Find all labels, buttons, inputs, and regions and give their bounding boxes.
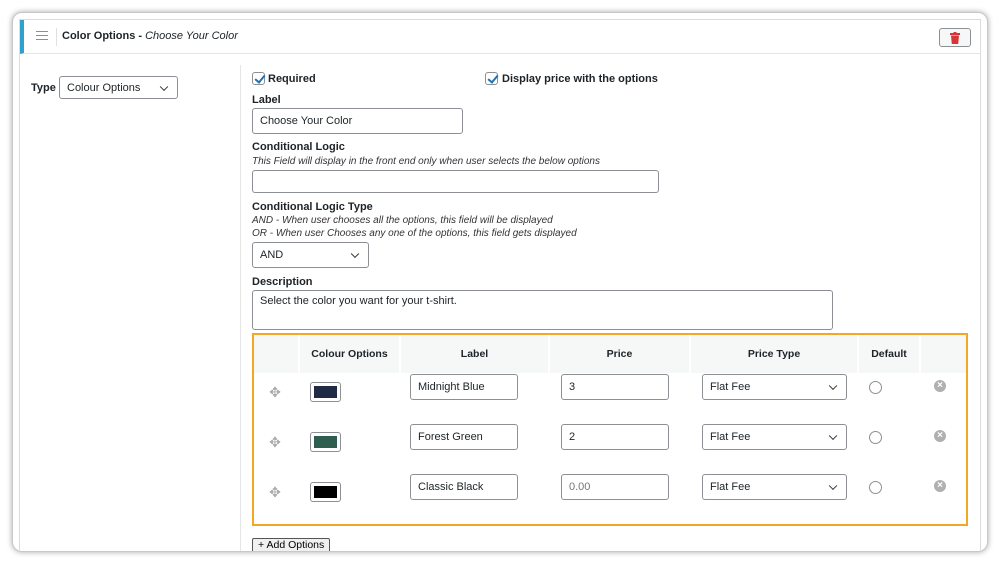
option-price-input[interactable]: 2 — [561, 424, 669, 450]
type-value: Colour Options — [67, 81, 141, 94]
default-radio[interactable] — [869, 481, 882, 494]
option-price-type-value: Flat Fee — [710, 481, 751, 493]
divider — [56, 28, 57, 46]
default-radio[interactable] — [869, 431, 882, 444]
required-checkbox[interactable] — [252, 72, 265, 85]
display-price-label: Display price with the options — [502, 73, 658, 85]
panel-header: Color Options - Choose Your Color — [20, 20, 980, 54]
trash-icon — [950, 31, 960, 44]
title-subtitle: Choose Your Color — [145, 30, 238, 42]
logic-type-select[interactable]: AND — [252, 242, 369, 268]
remove-option-icon[interactable]: × — [934, 480, 946, 492]
swatch-fill — [314, 386, 337, 398]
logic-type-help-or: OR - When user Chooses any one of the op… — [252, 228, 577, 239]
color-swatch[interactable] — [310, 482, 341, 502]
type-select[interactable]: Colour Options — [59, 76, 178, 99]
option-price-value: 3 — [569, 381, 576, 393]
option-label-value: Forest Green — [418, 431, 483, 443]
label-value: Choose Your Color — [260, 115, 353, 127]
conditional-logic-help: This Field will display in the front end… — [252, 156, 600, 167]
table-header-label: Label — [401, 335, 548, 373]
table-header-price: Price — [550, 335, 689, 373]
field-panel: Color Options - Choose Your Color Type C… — [19, 19, 981, 551]
option-price-value: 2 — [569, 431, 576, 443]
delete-button[interactable] — [939, 28, 971, 47]
logic-type-help-and: AND - When user chooses all the options,… — [252, 215, 553, 226]
option-price-type-select[interactable]: Flat Fee — [702, 424, 847, 450]
option-label-input[interactable]: Classic Black — [410, 474, 518, 500]
color-swatch[interactable] — [310, 432, 341, 452]
title-sep: - — [135, 30, 146, 42]
swatch-fill — [314, 486, 337, 498]
option-price-placeholder: 0.00 — [569, 481, 591, 493]
table-header-price-type: Price Type — [691, 335, 857, 373]
option-price-type-value: Flat Fee — [710, 381, 751, 393]
default-radio[interactable] — [869, 381, 882, 394]
label-input[interactable]: Choose Your Color — [252, 108, 463, 134]
table-header-drag — [254, 335, 298, 373]
option-price-type-value: Flat Fee — [710, 431, 751, 443]
remove-option-icon[interactable]: × — [934, 380, 946, 392]
panel-title: Color Options - Choose Your Color — [62, 30, 238, 42]
option-price-input[interactable]: 3 — [561, 374, 669, 400]
logic-type-heading: Conditional Logic Type — [252, 201, 373, 213]
option-price-input[interactable]: 0.00 — [561, 474, 669, 500]
display-price-checkbox[interactable] — [485, 72, 498, 85]
table-header-default: Default — [859, 335, 919, 373]
description-textarea[interactable]: Select the color you want for your t-shi… — [252, 290, 833, 330]
move-icon[interactable]: ✥ — [268, 485, 282, 499]
type-label: Type — [31, 82, 56, 94]
label-heading: Label — [252, 94, 281, 106]
table-header-colour: Colour Options — [300, 335, 399, 373]
move-icon[interactable]: ✥ — [268, 385, 282, 399]
option-label-input[interactable]: Midnight Blue — [410, 374, 518, 400]
option-price-type-select[interactable]: Flat Fee — [702, 374, 847, 400]
required-label: Required — [268, 73, 316, 85]
description-heading: Description — [252, 276, 313, 288]
option-label-input[interactable]: Forest Green — [410, 424, 518, 450]
table-header-remove — [921, 335, 966, 373]
option-label-value: Midnight Blue — [418, 381, 485, 393]
conditional-logic-heading: Conditional Logic — [252, 141, 345, 153]
logic-type-value: AND — [260, 249, 284, 261]
options-table: Colour Options Label Price Price Type De… — [252, 333, 968, 526]
remove-option-icon[interactable]: × — [934, 430, 946, 442]
color-swatch[interactable] — [310, 382, 341, 402]
option-price-type-select[interactable]: Flat Fee — [702, 474, 847, 500]
title-text: Color Options — [62, 30, 136, 42]
add-options-button[interactable]: + Add Options — [252, 538, 331, 551]
conditional-logic-input[interactable] — [252, 170, 659, 193]
description-value: Select the color you want for your t-shi… — [260, 295, 457, 307]
swatch-fill — [314, 436, 337, 448]
column-divider — [240, 65, 241, 551]
drag-handle-icon[interactable] — [36, 31, 48, 40]
move-icon[interactable]: ✥ — [268, 435, 282, 449]
option-label-value: Classic Black — [418, 481, 484, 493]
window: Color Options - Choose Your Color Type C… — [12, 12, 988, 552]
